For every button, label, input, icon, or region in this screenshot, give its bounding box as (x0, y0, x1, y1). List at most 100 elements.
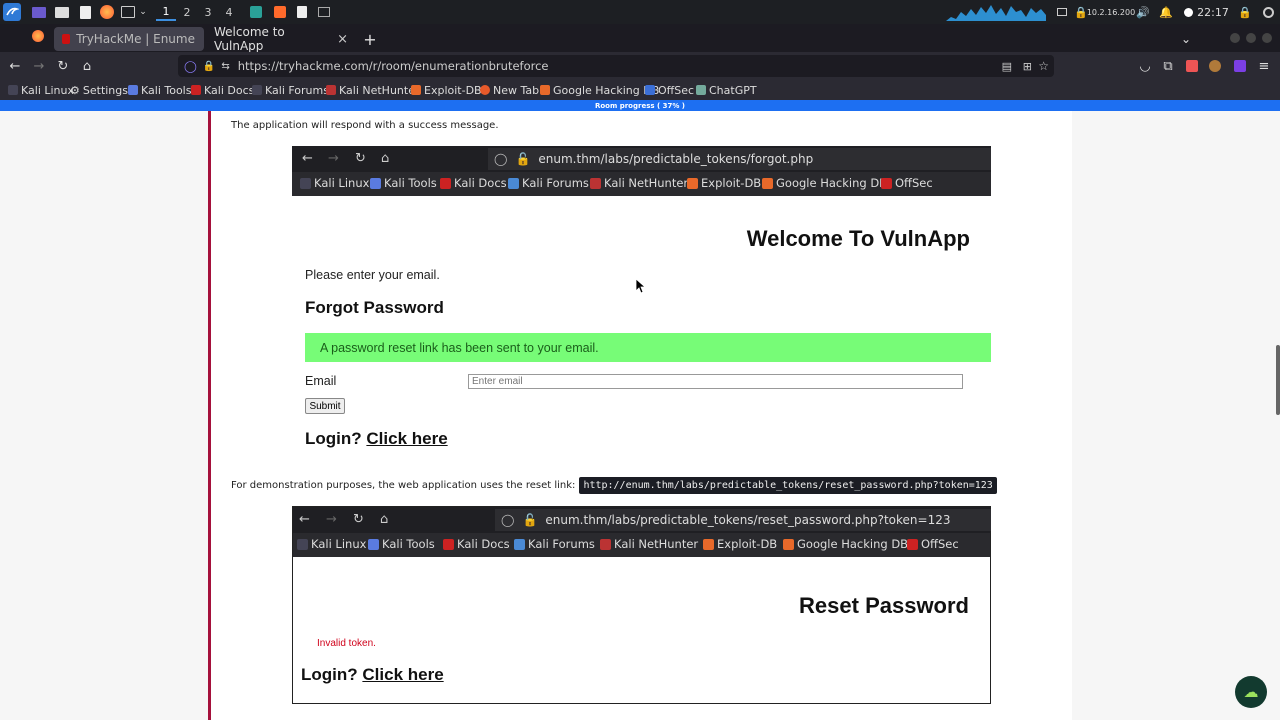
permissions-icon[interactable]: ⇆ (221, 61, 229, 72)
document-icon[interactable] (294, 3, 310, 21)
close-window-button[interactable] (1262, 33, 1272, 43)
tab-vulnapp[interactable]: Welcome to VulnApp × (206, 25, 356, 53)
bookmark-kali-linux[interactable]: Kali Linux (8, 82, 74, 98)
demo-paragraph: For demonstration purposes, the web appl… (231, 477, 997, 494)
back-icon[interactable]: ← (6, 57, 24, 75)
bookmark-google-hacking-db: Google Hacking DB (762, 176, 887, 190)
screenshot-bookmarks: Kali Linux Kali Tools Kali Docs Kali For… (293, 533, 990, 557)
task-content-card: The application will respond with a succ… (208, 111, 1072, 720)
tab-tryhackme[interactable]: TryHackMe | Enumeratio (54, 27, 204, 51)
firefox-icon[interactable] (98, 3, 116, 21)
mouse-cursor-icon (636, 279, 646, 294)
screenshot-url-text: enum.thm/labs/predictable_tokens/reset_p… (545, 513, 951, 527)
workspace-1[interactable]: 1 (156, 3, 176, 21)
kali-tools-icon (128, 85, 138, 95)
bookmark-kali-tools: Kali Tools (370, 176, 437, 190)
list-tabs-icon[interactable]: ⌄ (1176, 27, 1196, 51)
bookmark-kali-docs[interactable]: Kali Docs (191, 82, 254, 98)
pocket-icon[interactable]: ◡ (1136, 57, 1154, 75)
bookmark-label: Kali Forums (265, 83, 329, 97)
extensions-icon[interactable]: ⧉ (1159, 57, 1177, 75)
tab-title: TryHackMe | Enumeratio (76, 32, 196, 46)
lock-icon[interactable]: 🔒 (203, 61, 215, 72)
bookmark-exploit-db[interactable]: Exploit-DB (411, 82, 482, 98)
forward-icon[interactable]: → (30, 57, 48, 75)
click-here-link[interactable]: Click here (366, 429, 447, 448)
notification-icon[interactable]: 🔔 (1159, 3, 1173, 21)
forward-icon: → (328, 151, 339, 166)
clock: 22:17 (1197, 5, 1229, 19)
network-graph (946, 3, 1046, 21)
email-field[interactable] (468, 374, 963, 389)
workspace-3[interactable]: 3 (198, 3, 218, 21)
url-text[interactable]: https://tryhackme.com/r/room/enumeration… (238, 59, 549, 73)
page-scrollbar[interactable] (1276, 345, 1280, 415)
screenshot-url-bar: ◯ 🔓 enum.thm/labs/predictable_tokens/res… (495, 509, 991, 531)
reset-password-heading: Reset Password (799, 593, 969, 618)
text-editor-icon[interactable] (76, 3, 94, 21)
kali-menu-icon[interactable] (3, 3, 21, 21)
bookmark-google-hacking-db[interactable]: Google Hacking DB (540, 82, 659, 98)
workspace-2[interactable]: 2 (177, 3, 197, 21)
foxyproxy-icon[interactable] (1183, 57, 1201, 75)
click-here-link[interactable]: Click here (362, 665, 443, 684)
submit-button[interactable]: Submit (305, 398, 345, 414)
success-message-paragraph: The application will respond with a succ… (231, 120, 499, 131)
bookmark-label: Settings (82, 83, 128, 97)
bookmark-google-hacking-db: Google Hacking DB (783, 537, 908, 551)
reader-view-icon[interactable]: ▤ (1002, 60, 1012, 73)
power-icon[interactable] (1182, 3, 1194, 21)
bookmark-kali-tools[interactable]: Kali Tools (128, 82, 191, 98)
screenshot-nav-bar: ← → ↻ ⌂ ◯ 🔓 enum.thm/labs/predictable_to… (292, 146, 991, 172)
window-icon[interactable] (316, 3, 332, 21)
bookmark-kali-nethunter: Kali NetHunter (590, 176, 688, 190)
forward-icon: → (326, 512, 337, 527)
bookmark-kali-forums: Kali Forums (508, 176, 589, 190)
nethunter-icon (326, 85, 336, 95)
chatgpt-icon (696, 85, 706, 95)
logout-icon[interactable] (1261, 3, 1275, 21)
screenshot-url-text: enum.thm/labs/predictable_tokens/forgot.… (538, 152, 814, 166)
bookmark-new-tab[interactable]: New Tab (480, 82, 539, 98)
bookmark-star-icon[interactable]: ☆ (1038, 59, 1049, 73)
new-tab-button[interactable]: + (358, 27, 382, 51)
bookmark-kali-nethunter[interactable]: Kali NetHunter (326, 82, 420, 98)
volume-icon[interactable]: 🔊 (1136, 3, 1150, 21)
page-viewport: The application will respond with a succ… (0, 111, 1280, 720)
menu-icon[interactable]: ≡ (1255, 57, 1273, 75)
login-prefix: Login? (301, 665, 358, 684)
url-bar[interactable]: ◯ 🔒 ⇆ https://tryhackme.com/r/room/enume… (178, 55, 1054, 77)
firefox-view-icon[interactable] (32, 30, 48, 46)
forgot-password-screenshot: ← → ↻ ⌂ ◯ 🔓 enum.thm/labs/predictable_to… (292, 146, 991, 456)
bookmark-kali-linux: Kali Linux (297, 537, 366, 551)
tracking-shield-icon[interactable]: ◯ (184, 59, 197, 73)
maximize-button[interactable] (1246, 33, 1256, 43)
extension-badge-icon[interactable] (1231, 57, 1249, 75)
bookmark-settings[interactable]: ⚙ Settings (70, 82, 128, 98)
monitor-icon[interactable] (1055, 3, 1069, 21)
translate-icon[interactable]: ⊞ (1023, 60, 1032, 73)
burp-icon[interactable] (272, 3, 288, 21)
bookmark-kali-forums[interactable]: Kali Forums (252, 82, 329, 98)
login-prompt: Login? Click here (301, 665, 444, 685)
ip-address: 10.2.16.200 (1086, 7, 1136, 17)
reload-icon[interactable]: ↻ (54, 57, 72, 75)
reset-password-screenshot: ← → ↻ ⌂ ◯ 🔓 enum.thm/labs/predictable_to… (292, 506, 991, 704)
demo-text: For demonstration purposes, the web appl… (231, 480, 576, 491)
bookmark-offsec[interactable]: OffSec (645, 82, 694, 98)
app-icon[interactable] (248, 3, 264, 21)
show-desktop-icon[interactable] (30, 3, 48, 21)
close-tab-icon[interactable]: × (337, 32, 348, 47)
home-icon[interactable]: ⌂ (78, 57, 96, 75)
bookmark-kali-tools: Kali Tools (368, 537, 435, 551)
lock-screen-icon[interactable]: 🔒 (1238, 3, 1252, 21)
terminal-icon[interactable] (119, 3, 137, 21)
wappalyzer-icon[interactable] (1206, 57, 1224, 75)
minimize-button[interactable] (1230, 33, 1240, 43)
file-manager-icon[interactable] (53, 3, 71, 21)
bookmark-chatgpt[interactable]: ChatGPT (696, 82, 757, 98)
workspace-4[interactable]: 4 (219, 3, 239, 21)
chevron-down-icon[interactable]: ⌄ (138, 3, 148, 21)
exploit-db-icon (411, 85, 421, 95)
chat-assistant-button[interactable]: ☁ (1235, 676, 1267, 708)
